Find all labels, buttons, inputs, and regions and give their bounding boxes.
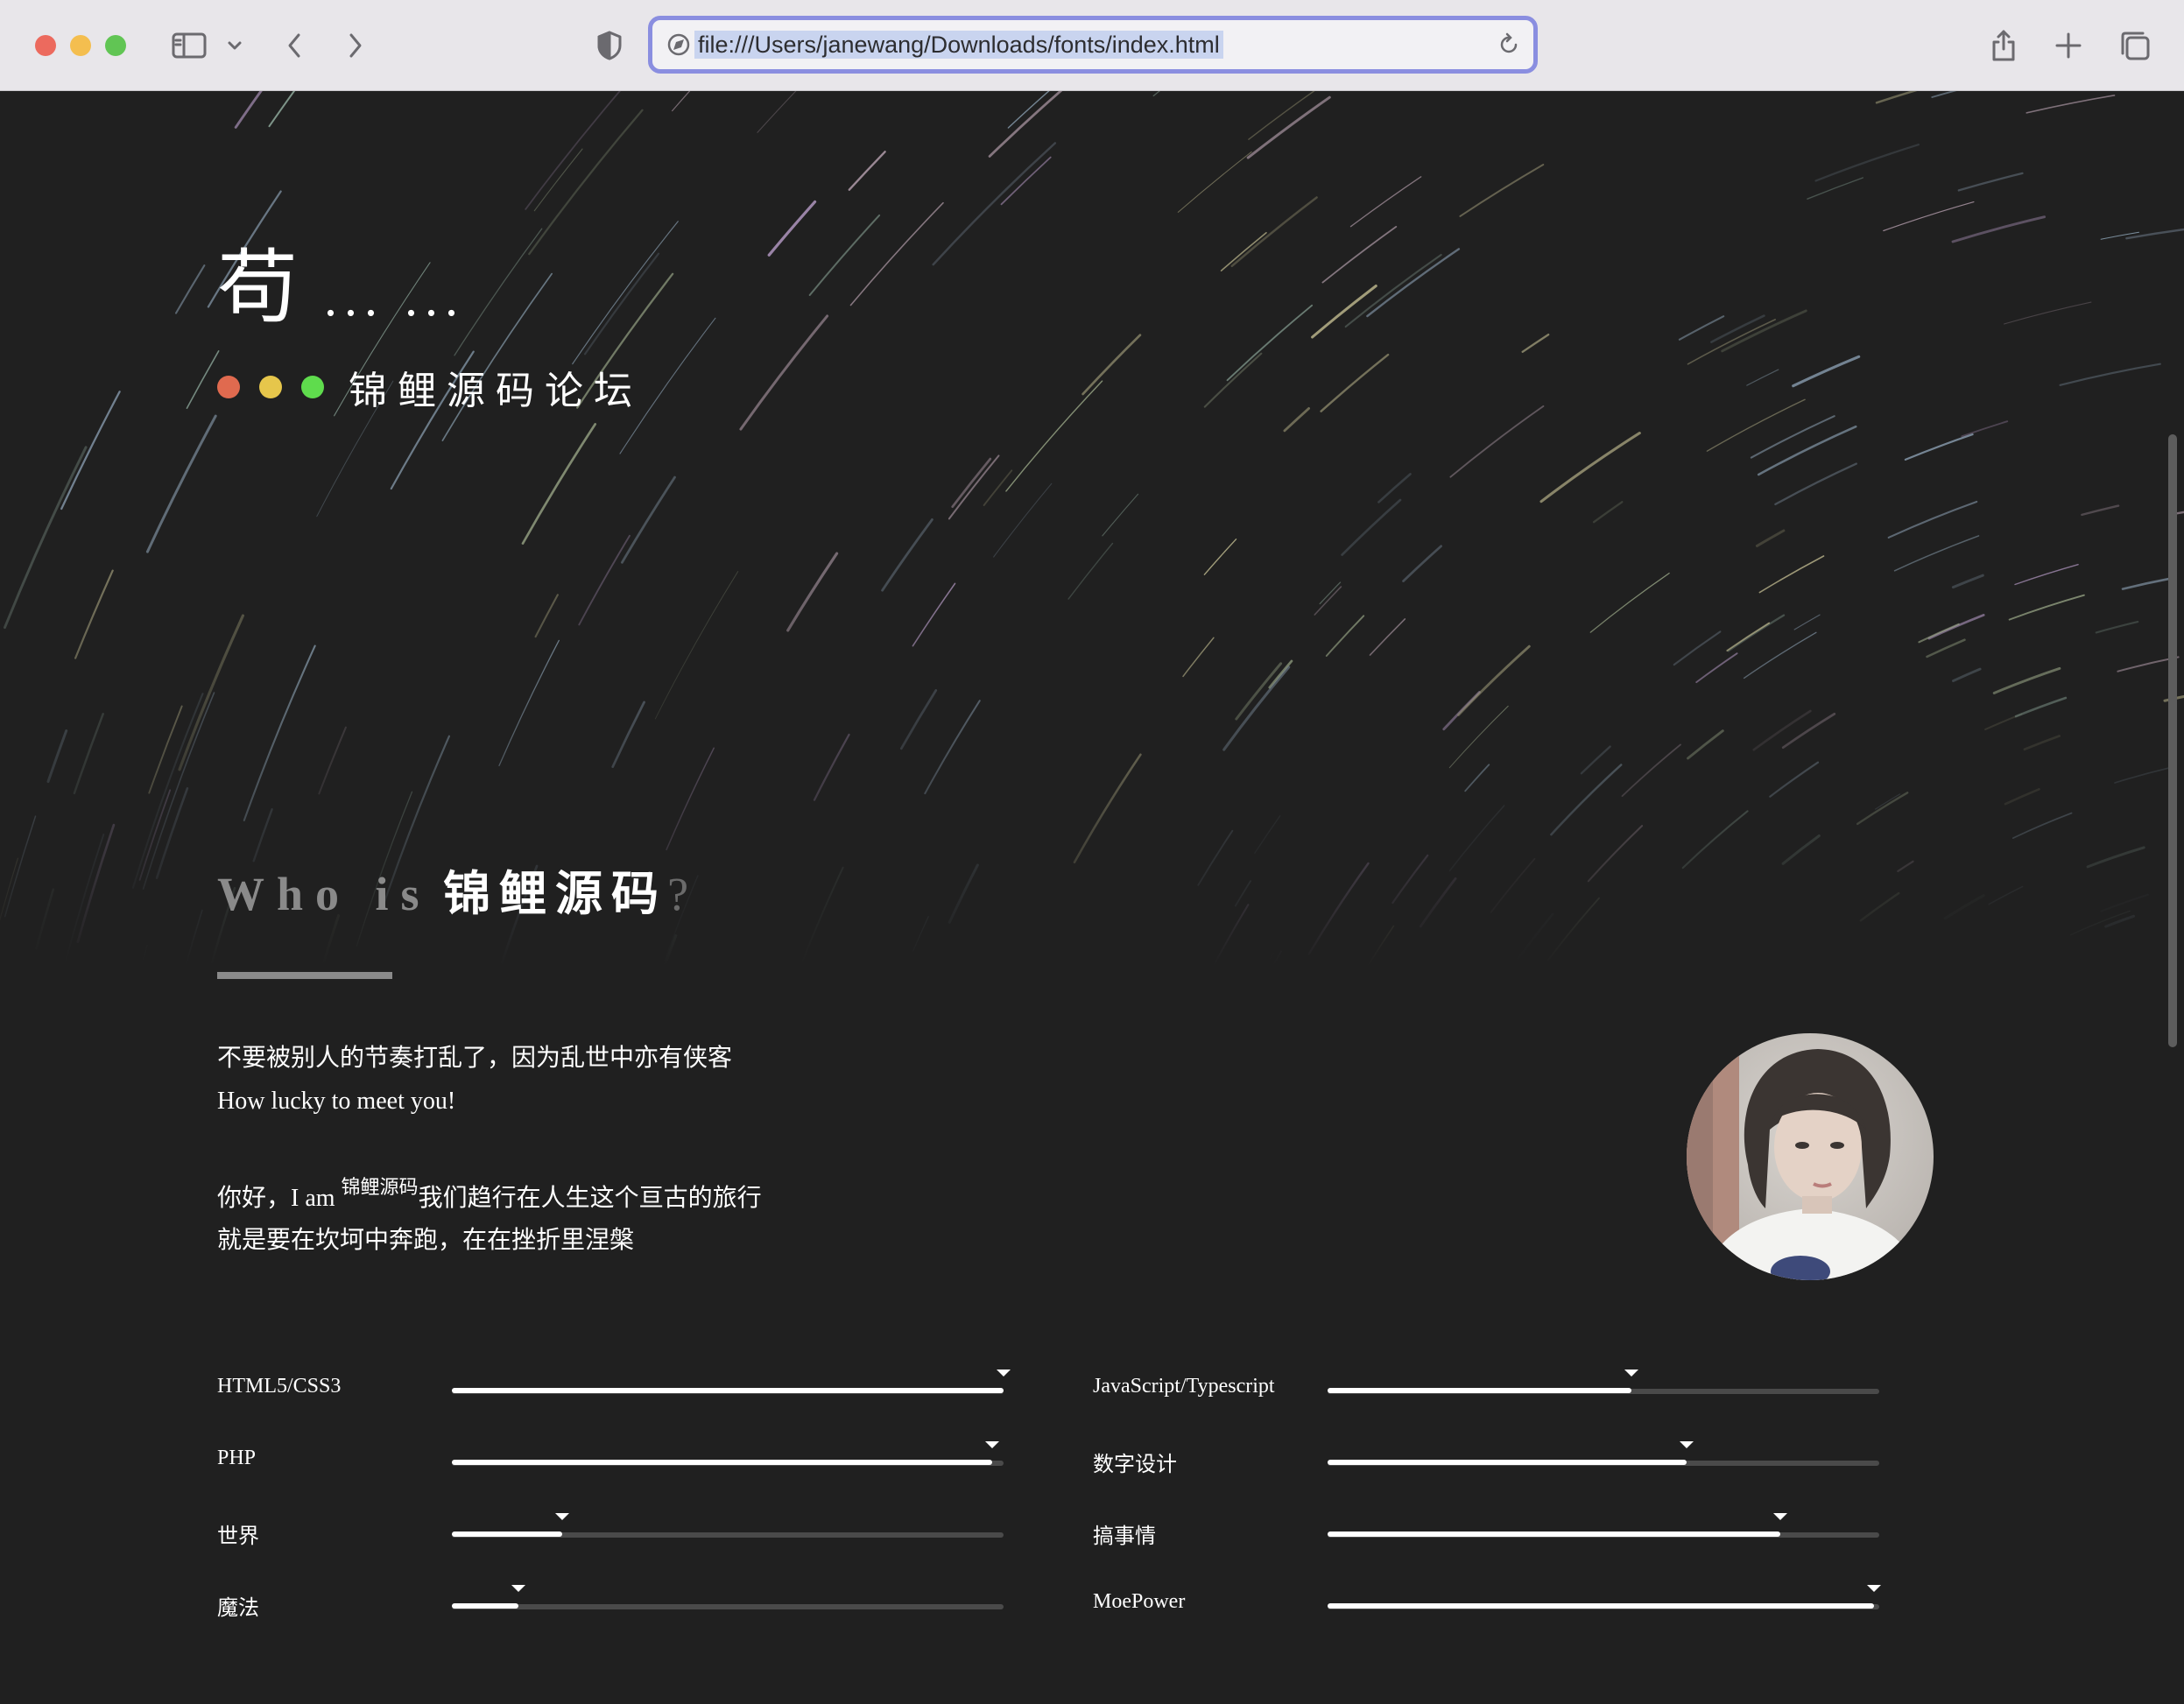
intro-line-3-pre: 你好，I am [217,1185,335,1212]
skill-progress-fill [452,1388,1004,1393]
skill-progress-fill [452,1531,562,1537]
intro-line-1: 不要被别人的节奏打乱了，因为乱世中亦有侠客 [217,1045,733,1072]
page-scrollbar[interactable] [2168,434,2177,1047]
about-heading-suffix: ? [667,868,693,920]
close-window-button[interactable] [35,35,56,56]
logo-dots: ... ... [324,269,466,327]
skill-progress-fill [1328,1531,1780,1537]
skill-marker-icon [1624,1370,1638,1377]
tab-overview-icon[interactable] [2116,26,2154,65]
forward-icon[interactable] [340,26,371,65]
minimize-window-button[interactable] [70,35,91,56]
skill-row: 数字设计 [1093,1438,1934,1510]
skill-progress-fill [1328,1388,1631,1393]
skill-row: 世界 [217,1510,1058,1581]
address-bar[interactable]: file:///Users/janewang/Downloads/fonts/i… [648,16,1538,74]
heading-underline [217,972,392,979]
skill-label: JavaScript/Typescript [1093,1375,1275,1398]
skill-label: MoePower [1093,1590,1186,1613]
about-heading-name: 锦鲤源码 [443,868,668,920]
skill-label: 魔法 [217,1597,259,1620]
skill-row: JavaScript/Typescript [1093,1366,1934,1438]
back-icon[interactable] [278,26,310,65]
skill-progress-fill [1328,1603,1874,1609]
skill-progress-track [452,1513,1004,1538]
reload-icon[interactable] [1497,32,1521,61]
sidebar-toggle-icon[interactable] [170,26,208,65]
skill-progress-fill [452,1460,993,1465]
skill-marker-icon [511,1585,525,1592]
skill-marker-icon [1866,1585,1881,1592]
skill-progress-track [1328,1441,1879,1466]
skill-progress-track [1328,1585,1881,1609]
skill-marker-icon [997,1370,1011,1377]
skill-marker-icon [1772,1513,1787,1520]
intro-line-3-post: 我们趋行在人生这个亘古的旅行 [418,1185,762,1212]
share-icon[interactable] [1986,26,2021,65]
url-text[interactable]: file:///Users/janewang/Downloads/fonts/i… [694,31,1223,59]
skill-marker-icon [1679,1441,1694,1448]
intro-line-3: 你好，I am 锦鲤源码我们趋行在人生这个亘古的旅行 [217,1172,762,1214]
skill-row: 魔法 [217,1581,1058,1653]
skill-progress-track [452,1585,1004,1609]
site-subtitle: 锦鲤源码论坛 [349,370,643,412]
compass-icon [666,32,691,61]
skill-progress-track [1328,1513,1879,1538]
skill-marker-icon [985,1441,1000,1448]
skill-label: HTML5/CSS3 [217,1375,342,1398]
subtitle-row: 锦鲤源码论坛 [217,359,643,415]
about-heading: Who is 锦鲤源码? [217,855,692,924]
about-heading-prefix: Who is [217,868,432,920]
skill-label: PHP [217,1447,257,1469]
maximize-window-button[interactable] [105,35,126,56]
skill-progress-fill [1328,1460,1687,1465]
intro-line-4: 就是要在坎坷中奔跑，在在挫折里涅槃 [217,1227,635,1254]
skill-row: PHP [217,1438,1058,1510]
browser-toolbar: file:///Users/janewang/Downloads/fonts/i… [0,0,2184,91]
new-tab-icon[interactable] [2051,26,2086,65]
skill-progress-track [1328,1370,1879,1394]
site-logo[interactable]: 苟 ... ... [217,222,465,339]
skill-progress-track [452,1370,1011,1394]
skill-row: 搞事情 [1093,1510,1934,1581]
web-page: 苟 ... ... 锦鲤源码论坛 Who is 锦鲤源码? 不要被别人的节奏打乱了… [0,91,2184,1704]
skill-marker-icon [555,1513,569,1520]
skill-progress-fill [452,1603,518,1609]
skill-row: MoePower [1093,1581,1934,1653]
privacy-shield-icon[interactable] [592,26,627,65]
intro-name-sup: 锦鲤源码 [341,1176,419,1198]
green-dot [301,376,324,398]
logo-char: 苟 [217,243,307,333]
skill-label: 数字设计 [1093,1454,1177,1476]
yellow-dot [259,376,282,398]
skill-label: 世界 [217,1525,259,1548]
skill-label: 搞事情 [1093,1525,1156,1548]
red-dot [217,376,240,398]
skill-progress-track [452,1441,1004,1466]
intro-line-2: How lucky to meet you! [217,1088,456,1115]
chevron-down-icon[interactable] [224,26,245,65]
avatar [1687,1033,1934,1280]
skill-row: HTML5/CSS3 [217,1366,1058,1438]
